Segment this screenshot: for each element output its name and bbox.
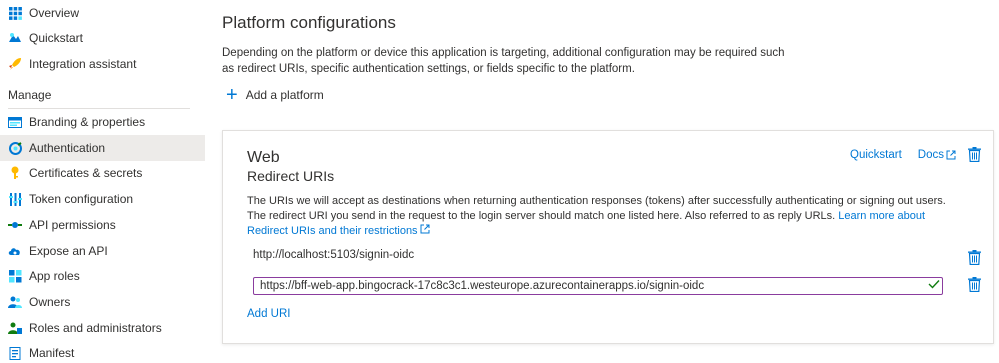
owners-icon bbox=[8, 295, 22, 309]
sidebar-item-owners[interactable]: Owners bbox=[0, 289, 205, 315]
sidebar-item-app-roles[interactable]: App roles bbox=[0, 263, 205, 289]
branding-icon bbox=[8, 115, 22, 129]
sidebar-item-label: App roles bbox=[29, 269, 80, 283]
redirect-uri-input[interactable] bbox=[253, 277, 943, 295]
token-icon bbox=[8, 192, 22, 206]
page-title: Platform configurations bbox=[222, 13, 396, 32]
valid-check-icon bbox=[928, 279, 940, 289]
delete-uri-button[interactable] bbox=[968, 250, 981, 265]
sidebar-item-label: Roles and administrators bbox=[29, 321, 162, 335]
external-link-icon bbox=[946, 150, 956, 160]
add-uri-button[interactable]: Add URI bbox=[247, 308, 290, 320]
sidebar-item-label: Manifest bbox=[29, 346, 75, 360]
sidebar-item-label: Integration assistant bbox=[29, 57, 137, 71]
sidebar-item-branding[interactable]: Branding & properties bbox=[0, 109, 205, 135]
redirect-uri-item: http://localhost:5103/signin-oidc bbox=[253, 249, 415, 261]
manage-header: Manage bbox=[8, 88, 52, 102]
sidebar-item-quickstart[interactable]: Quickstart bbox=[0, 25, 205, 51]
redirect-uri-description: The URIs we will accept as destinations … bbox=[247, 194, 967, 239]
overview-icon bbox=[8, 6, 22, 20]
trash-icon bbox=[968, 147, 981, 162]
docs-link-label: Docs bbox=[917, 148, 944, 161]
card-subtitle: Redirect URIs bbox=[247, 168, 335, 184]
sidebar-item-label: Token configuration bbox=[29, 192, 134, 206]
page-description: Depending on the platform or device this… bbox=[222, 47, 785, 75]
docs-link[interactable]: Docs bbox=[918, 149, 956, 161]
app-roles-icon bbox=[8, 269, 22, 283]
sidebar-item-label: Authentication bbox=[29, 141, 106, 155]
sidebar: Overview Quickstart Integration assistan… bbox=[0, 0, 206, 363]
trash-icon bbox=[968, 250, 981, 265]
sidebar-item-certificates[interactable]: Certificates & secrets bbox=[0, 160, 205, 186]
cloud-icon bbox=[8, 244, 22, 258]
card-actions: Quickstart Docs bbox=[850, 147, 981, 162]
quickstart-icon bbox=[8, 31, 22, 45]
sidebar-item-label: Overview bbox=[29, 6, 80, 20]
rocket-icon bbox=[8, 57, 22, 71]
card-title: Web bbox=[247, 149, 280, 166]
sidebar-item-manifest[interactable]: Manifest bbox=[0, 340, 205, 363]
add-platform-button[interactable]: + Add a platform bbox=[226, 84, 324, 106]
sidebar-item-label: Owners bbox=[29, 295, 71, 309]
main-content: Platform configurations Depending on the… bbox=[222, 0, 999, 363]
roles-icon bbox=[8, 321, 22, 335]
sidebar-item-label: Expose an API bbox=[29, 244, 108, 258]
sidebar-item-label: API permissions bbox=[29, 218, 116, 232]
delete-uri-button[interactable] bbox=[968, 277, 981, 292]
sidebar-item-label: Certificates & secrets bbox=[29, 166, 143, 180]
external-link-icon bbox=[420, 224, 430, 234]
plus-icon: + bbox=[226, 84, 238, 106]
manifest-icon bbox=[8, 346, 22, 360]
authentication-icon bbox=[8, 141, 22, 155]
quickstart-link[interactable]: Quickstart bbox=[850, 149, 902, 161]
key-icon bbox=[8, 166, 22, 180]
delete-platform-button[interactable] bbox=[968, 147, 981, 162]
trash-icon bbox=[968, 277, 981, 292]
sidebar-item-integration-assistant[interactable]: Integration assistant bbox=[0, 51, 205, 77]
sidebar-item-authentication[interactable]: Authentication bbox=[0, 135, 205, 161]
web-platform-card: Web Redirect URIs Quickstart Docs The UR… bbox=[222, 130, 994, 344]
api-permissions-icon bbox=[8, 218, 22, 232]
add-platform-label: Add a platform bbox=[245, 88, 324, 102]
sidebar-item-expose-api[interactable]: Expose an API bbox=[0, 238, 205, 264]
sidebar-item-api-permissions[interactable]: API permissions bbox=[0, 212, 205, 238]
sidebar-item-label: Branding & properties bbox=[29, 115, 146, 129]
sidebar-item-label: Quickstart bbox=[29, 31, 84, 45]
sidebar-item-roles-administrators[interactable]: Roles and administrators bbox=[0, 315, 205, 341]
sidebar-item-overview[interactable]: Overview bbox=[0, 0, 205, 26]
sidebar-item-token-configuration[interactable]: Token configuration bbox=[0, 186, 205, 212]
